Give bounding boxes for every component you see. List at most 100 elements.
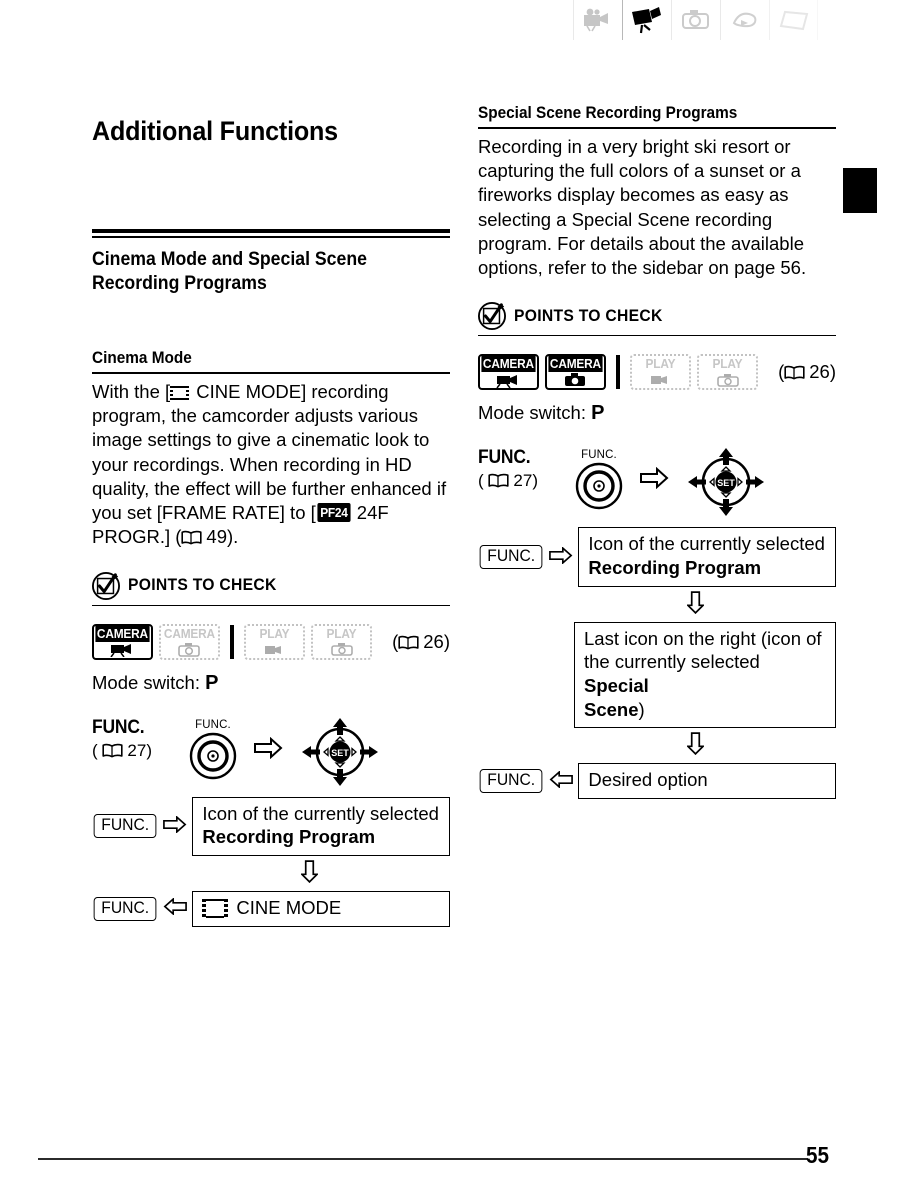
- flow-arrow-right-icon: [544, 545, 578, 568]
- tab-photo-recording[interactable]: [671, 0, 720, 40]
- mode-boxes-row-right: CAMERA CAMERA PLAY PLAY (26): [478, 354, 836, 391]
- flow-tag-func[interactable]: FUNC.: [93, 814, 157, 839]
- mode-switch-label: Mode switch:: [92, 671, 206, 693]
- mode-box-glyph: [313, 642, 370, 658]
- still-play-icon: [330, 643, 353, 656]
- func-button-illustration[interactable]: FUNC.: [182, 717, 244, 786]
- joystick-set-icon: SET: [302, 717, 378, 786]
- playback-icon: [732, 12, 757, 28]
- mode-box-play-photo[interactable]: PLAY: [697, 354, 759, 391]
- flow-box-cine-mode: CINE MODE: [192, 890, 450, 927]
- operation-flow-right: FUNC. Icon of the currently selected Rec…: [478, 527, 836, 800]
- memory-card-icon: [779, 10, 808, 31]
- subsection-divider: [478, 127, 836, 129]
- func-heading: FUNC.: [478, 447, 531, 469]
- mode-box-label: CAMERA: [481, 356, 536, 373]
- tab-playback[interactable]: [720, 0, 769, 40]
- flow-box-recording-program: Icon of the currently selected Recording…: [192, 796, 450, 856]
- section-divider: [92, 229, 450, 238]
- flow-step-1: FUNC. Icon of the currently selected Rec…: [92, 796, 450, 856]
- flow-box-line1: Last icon on the right (icon of: [584, 627, 822, 649]
- movie-play-icon: [264, 645, 281, 654]
- page-edge-tab-marker: [843, 168, 877, 213]
- joystick-illustration[interactable]: SET: [684, 447, 768, 517]
- flow-box-line1: CINE MODE: [236, 896, 342, 918]
- flow-tag-func[interactable]: FUNC.: [479, 769, 543, 794]
- flow-arrow-right: [244, 717, 292, 779]
- points-to-check-block-left: POINTS TO CHECK CAMERA CAMERA PLAY PLAY …: [92, 571, 450, 695]
- mode-box-play-video[interactable]: PLAY: [244, 623, 306, 660]
- page-number: 27: [513, 471, 533, 491]
- flow-step-3: FUNC. Desired option: [478, 763, 836, 800]
- mode-boxes-row-left: CAMERA CAMERA PLAY PLAY (26): [92, 623, 450, 660]
- joystick-illustration[interactable]: SET: [298, 717, 382, 787]
- tab-camcorder-setup[interactable]: [573, 0, 622, 40]
- mode-box-camera-photo[interactable]: CAMERA: [158, 623, 220, 660]
- mode-switch-label: Mode switch:: [478, 402, 592, 424]
- page-number: 26: [423, 630, 444, 652]
- joystick-set-label: SET: [331, 748, 349, 758]
- flow-arrow-down-1: [478, 591, 836, 618]
- page-number: 26: [809, 361, 830, 383]
- mode-box-label: CAMERA: [95, 625, 150, 642]
- flow-step-2: Last icon on the right (icon of the curr…: [478, 621, 836, 729]
- body-text-part2: CINE MODE] recording program, the camcor…: [92, 380, 447, 524]
- flow-box-line2-bold: Special: [584, 675, 649, 697]
- flow-box-recording-program: Icon of the currently selected Recording…: [578, 527, 836, 587]
- film-strip-icon: [202, 898, 229, 918]
- mode-box-play-video[interactable]: PLAY: [630, 354, 692, 391]
- tab-memory-card[interactable]: [769, 0, 818, 40]
- joystick-set-label: SET: [717, 478, 735, 488]
- arrow-right-icon: [254, 736, 283, 759]
- movie-play-icon: [650, 376, 667, 385]
- flow-arrow-right-icon: [158, 814, 192, 837]
- mode-box-glyph: [246, 642, 303, 658]
- film-strip-icon: [170, 385, 190, 400]
- flow-box-line2: the currently selected: [584, 651, 760, 673]
- flow-arrow-left-icon: [158, 897, 192, 919]
- flow-arrow-down-2: [478, 732, 836, 759]
- movie-camera-icon: [110, 644, 132, 657]
- paren-close: ): [532, 471, 538, 491]
- func-operation-row-right: FUNC. ( 27) FUNC. SET: [478, 447, 836, 521]
- flow-box-line2: Recording Program: [202, 826, 376, 848]
- mode-box-label: CAMERA: [548, 356, 603, 373]
- still-camera-icon: [178, 642, 201, 657]
- mode-box-glyph: [547, 372, 604, 388]
- flow-arrow-left-icon: [544, 770, 578, 792]
- right-column: Special Scene Recording Programs Recordi…: [478, 104, 836, 800]
- photo-camera-icon: [682, 10, 709, 29]
- section-title: Cinema Mode and Special Scene Recording …: [92, 249, 367, 294]
- func-button-illustration[interactable]: FUNC.: [568, 447, 630, 516]
- flow-arrow-down-1: [92, 860, 450, 887]
- page-number: 27: [127, 740, 147, 760]
- page-reference-26-right: (26): [778, 361, 836, 383]
- points-to-check-header: POINTS TO CHECK: [92, 571, 450, 600]
- body-text-part1: With the [: [92, 380, 171, 402]
- page-number: 55: [806, 1142, 830, 1168]
- paren-close: ): [146, 740, 152, 760]
- mode-box-label: PLAY: [314, 625, 369, 642]
- flow-tag-func[interactable]: FUNC.: [93, 896, 157, 921]
- special-scene-body: Recording in a very bright ski resort or…: [478, 136, 807, 279]
- mode-box-camera-video[interactable]: CAMERA: [478, 354, 539, 391]
- mode-box-label: PLAY: [247, 625, 302, 642]
- mode-box-camera-photo[interactable]: CAMERA: [544, 354, 606, 391]
- func-page-reference: ( 27): [92, 741, 178, 761]
- flow-box-line3-bold: Scene: [584, 698, 639, 720]
- page-reference-26-left: (26): [392, 631, 450, 653]
- movie-camera-icon: [496, 374, 518, 388]
- func-heading-block: FUNC. ( 27): [92, 717, 178, 761]
- mode-box-play-photo[interactable]: PLAY: [311, 623, 373, 660]
- book-icon: [181, 527, 203, 545]
- video-camcorder-icon: [632, 7, 661, 34]
- flow-tag-func[interactable]: FUNC.: [479, 545, 543, 570]
- mode-box-camera-video[interactable]: CAMERA: [92, 623, 153, 660]
- left-column: Additional Functions Cinema Mode and Spe…: [92, 104, 450, 927]
- flow-arrow-right: [630, 447, 678, 509]
- flow-step-1: FUNC. Icon of the currently selected Rec…: [478, 527, 836, 587]
- points-to-check-block-right: POINTS TO CHECK CAMERA CAMERA PLAY PLAY …: [478, 302, 836, 425]
- paren-open: (: [478, 471, 489, 491]
- tab-video-recording[interactable]: [622, 0, 671, 40]
- mode-switch-line-right: Mode switch: P: [478, 402, 836, 425]
